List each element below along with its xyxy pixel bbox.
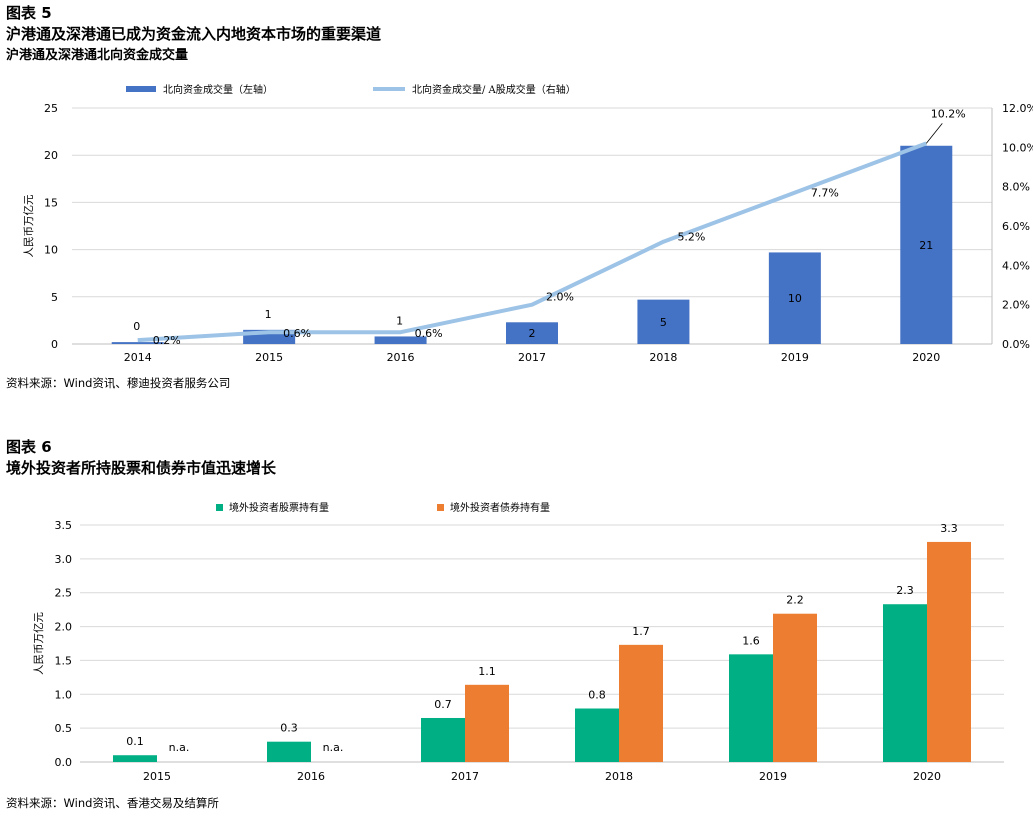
fig6-label: 图表 6: [6, 438, 52, 456]
line-data-label: 2.0%: [546, 291, 574, 304]
bar-data-label: 0.1: [126, 735, 144, 748]
y-tick-label: 15: [44, 196, 58, 209]
y-axis-title: 人民币万亿元: [32, 612, 45, 675]
bar-data-label: 1: [265, 308, 272, 321]
x-tick-label: 2017: [518, 351, 546, 364]
y2-tick-label: 12.0%: [1002, 102, 1033, 115]
fig6-title: 境外投资者所持股票和债券市值迅速增长: [6, 459, 277, 477]
y-tick-label: 10: [44, 244, 58, 257]
y-tick-label: 2.0: [55, 621, 73, 634]
y-tick-label: 3.0: [55, 553, 73, 566]
x-tick-label: 2019: [781, 351, 809, 364]
bar-data-label-na: n.a.: [323, 741, 344, 754]
bar-stock-2019: [729, 654, 773, 762]
bar-stock-2016: [267, 741, 311, 762]
bar-data-label: 2: [529, 327, 536, 340]
x-tick-label: 2015: [255, 351, 283, 364]
bar-stock-2020: [883, 604, 927, 762]
bar-data-label: 2.3: [896, 584, 914, 597]
y2-tick-label: 8.0%: [1002, 181, 1030, 194]
legend: 境外投资者股票持有量 境外投资者债券持有量: [216, 501, 550, 514]
bar-data-label-na: n.a.: [169, 741, 190, 754]
bar-stock-2018: [575, 708, 619, 762]
fig5-label: 图表 5: [6, 4, 52, 22]
bar-data-label: 1.1: [478, 665, 496, 678]
bar-data-label: 0: [133, 320, 140, 333]
bar-data-label: 0.8: [588, 689, 606, 702]
y-tick-label: 2.5: [55, 587, 73, 600]
fig5-title: 沪港通及深港通已成为资金流入内地资本市场的重要渠道: [6, 25, 382, 43]
y2-tick-label: 6.0%: [1002, 220, 1030, 233]
bar-data-label: 2.2: [786, 594, 804, 607]
legend-label-stock: 境外投资者股票持有量: [229, 501, 329, 514]
line-data-label: 7.7%: [811, 187, 839, 200]
legend-label-line: 北向资金成交量/ A股成交量（右轴）: [412, 83, 576, 96]
bar-bond-2018: [619, 644, 663, 762]
x-tick-label: 2016: [297, 770, 325, 783]
line-data-label: 10.2%: [931, 107, 966, 120]
y-tick-label: 25: [44, 102, 58, 115]
y-tick-label: 20: [44, 149, 58, 162]
x-tick-label: 2015: [143, 770, 171, 783]
legend: 北向资金成交量（左轴） 北向资金成交量/ A股成交量（右轴）: [126, 83, 576, 96]
line-label-leader: [925, 123, 943, 144]
legend-label-bond: 境外投资者债券持有量: [450, 501, 550, 514]
bar-stock-2017: [421, 717, 465, 762]
y2-tick-label: 2.0%: [1002, 299, 1030, 312]
x-tick-label: 2018: [605, 770, 633, 783]
legend-swatch-stock: [216, 504, 223, 511]
y-tick-label: 0.0: [55, 756, 73, 769]
fig6-source: 资料来源：Wind资讯、香港交易及结算所: [6, 796, 219, 810]
x-tick-label: 2019: [759, 770, 787, 783]
chart-northbound-turnover: 北向资金成交量（左轴） 北向资金成交量/ A股成交量（右轴）05101520250…: [22, 83, 1033, 364]
line-data-label: 0.6%: [415, 327, 443, 340]
bar-data-label: 10: [788, 292, 802, 305]
y-tick-label: 0: [51, 338, 58, 351]
x-tick-label: 2020: [912, 351, 940, 364]
bar-data-label: 0.7: [434, 698, 452, 711]
y-tick-label: 1.5: [55, 654, 73, 667]
bar-stock-2015: [113, 755, 157, 762]
y-tick-label: 0.5: [55, 722, 73, 735]
y-tick-label: 5: [51, 291, 58, 304]
fig5-source: 资料来源：Wind资讯、穆迪投资者服务公司: [6, 376, 231, 390]
bar-data-label: 1: [396, 314, 403, 327]
legend-swatch-bar: [126, 86, 156, 92]
chart-foreign-holdings: 境外投资者股票持有量 境外投资者债券持有量 0.0 0.5 1.0 1.5 2.0 2.5 3.…: [32, 501, 1004, 783]
bar-bond-2017: [465, 684, 509, 762]
legend-swatch-bond: [437, 504, 444, 511]
y2-tick-label: 10.0%: [1002, 141, 1033, 154]
bar-data-label: 3.3: [940, 522, 958, 535]
line-data-label: 0.2%: [153, 334, 181, 347]
bar-bond-2020: [927, 541, 971, 762]
x-tick-label: 2018: [649, 351, 677, 364]
x-tick-label: 2017: [451, 770, 479, 783]
bar-data-label: 21: [919, 239, 933, 252]
bar-data-label: 5: [660, 316, 667, 329]
x-tick-label: 2016: [387, 351, 415, 364]
y2-tick-label: 4.0%: [1002, 259, 1030, 272]
bar-data-label: 1.6: [742, 634, 760, 647]
y-tick-label: 1.0: [55, 688, 73, 701]
bar-data-label: 1.7: [632, 625, 650, 638]
line-data-label: 0.6%: [283, 327, 311, 340]
bar-bond-2019: [773, 613, 817, 762]
y-axis-title: 人民币万亿元: [22, 194, 35, 257]
legend-label-bar: 北向资金成交量（左轴）: [163, 83, 273, 96]
y-tick-label: 3.5: [55, 519, 73, 532]
fig5-subtitle: 沪港通及深港通北向资金成交量: [6, 48, 189, 63]
y2-tick-label: 0.0%: [1002, 338, 1030, 351]
x-tick-label: 2014: [124, 351, 152, 364]
bar-data-label: 0.3: [280, 722, 298, 735]
line-data-label: 5.2%: [677, 231, 705, 244]
x-tick-label: 2020: [913, 770, 941, 783]
